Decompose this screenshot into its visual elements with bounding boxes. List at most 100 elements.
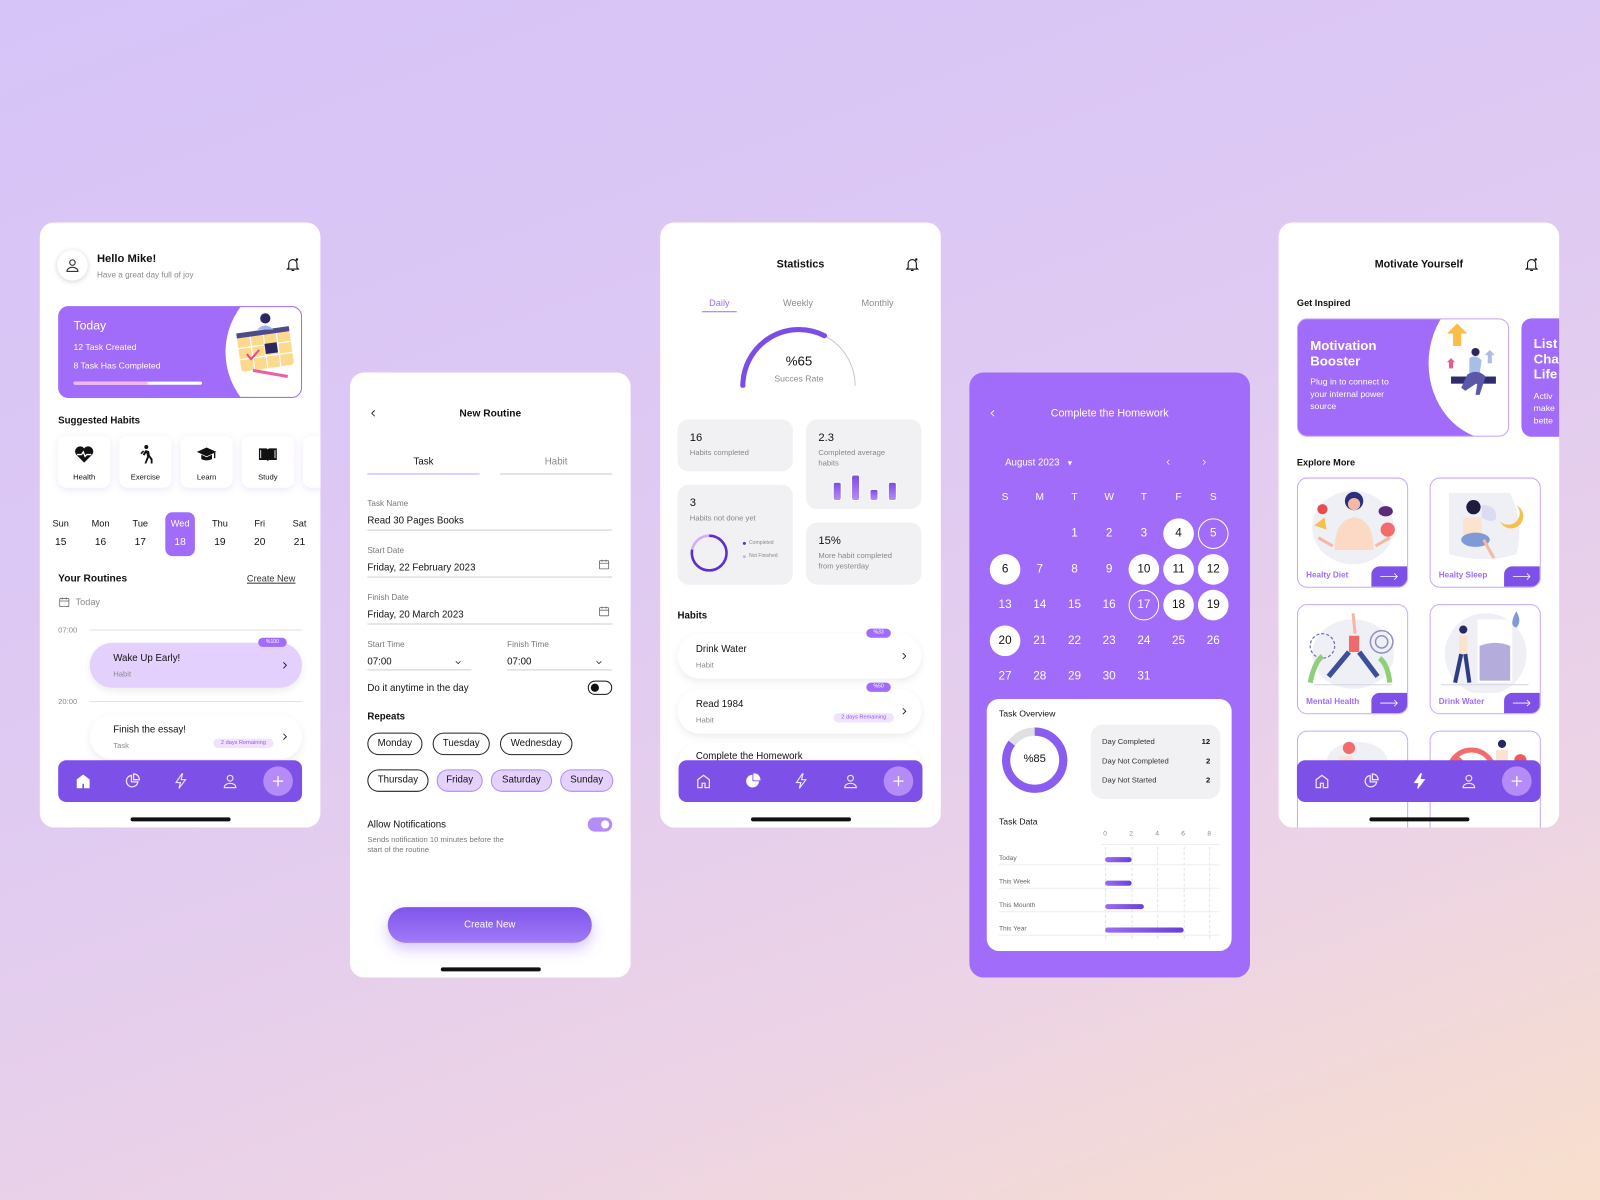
anytime-toggle[interactable]: [587, 680, 613, 695]
tab-task[interactable]: Task: [367, 456, 480, 475]
start-time-select[interactable]: 07:00: [367, 656, 391, 667]
nav-user-icon[interactable]: [221, 772, 238, 789]
nav-lightning-icon[interactable]: [793, 772, 810, 789]
finish-date-field[interactable]: Friday, 20 March 2023: [367, 609, 463, 620]
repeat-wednesday[interactable]: Wednesday: [499, 732, 573, 756]
arrow-right-icon[interactable]: [1504, 692, 1540, 714]
habit-study[interactable]: Study: [241, 435, 294, 488]
chevron-down-icon[interactable]: [453, 658, 463, 666]
calendar-day[interactable]: 23: [1094, 626, 1125, 657]
nav-user-icon[interactable]: [842, 772, 859, 789]
chevron-down-icon[interactable]: [594, 658, 604, 666]
habit-s[interactable]: S: [303, 435, 321, 488]
calendar-day[interactable]: 11: [1163, 554, 1194, 585]
habit-learn[interactable]: Learn: [180, 435, 233, 488]
repeat-thursday[interactable]: Thursday: [367, 769, 429, 792]
inspiration-card[interactable]: List Cha Life Activ make bette: [1521, 318, 1560, 437]
repeat-friday[interactable]: Friday: [436, 769, 483, 792]
day-wed[interactable]: Wed 18: [165, 512, 195, 557]
calendar-day[interactable]: 27: [990, 661, 1021, 692]
arrow-right-icon[interactable]: [1504, 566, 1540, 587]
tab-habit[interactable]: Habit: [499, 456, 613, 475]
calendar-day[interactable]: 2: [1094, 518, 1125, 549]
day-sat[interactable]: Sat 21: [285, 512, 315, 556]
add-button[interactable]: [263, 766, 293, 796]
calendar-day[interactable]: 7: [1024, 554, 1055, 585]
nav-pie-chart-icon[interactable]: [1362, 772, 1379, 789]
nav-home-icon[interactable]: [74, 772, 91, 789]
day-tue[interactable]: Tue 17: [126, 512, 156, 556]
month-select[interactable]: August 2023 ▼: [1005, 457, 1073, 468]
calendar-day[interactable]: 25: [1163, 626, 1194, 657]
habit-health[interactable]: Health: [58, 435, 111, 488]
nav-lightning-icon[interactable]: [172, 772, 189, 789]
calendar-day[interactable]: 1: [1059, 518, 1090, 549]
repeat-saturday[interactable]: Saturday: [490, 769, 553, 792]
start-date-field[interactable]: Friday, 22 February 2023: [367, 562, 475, 573]
calendar-day[interactable]: 4: [1163, 518, 1194, 549]
calendar-day[interactable]: 6: [989, 554, 1021, 585]
calendar-day[interactable]: 30: [1094, 661, 1125, 692]
calendar-day[interactable]: 10: [1128, 554, 1160, 585]
repeat-tuesday[interactable]: Tuesday: [432, 732, 490, 756]
calendar-day[interactable]: 15: [1059, 590, 1090, 621]
notifications-toggle[interactable]: [587, 817, 613, 832]
tab-weekly[interactable]: Weekly: [772, 298, 823, 308]
tab-daily[interactable]: Daily: [702, 298, 737, 313]
prev-month-button[interactable]: [1164, 457, 1172, 467]
calendar-day[interactable]: 3: [1129, 518, 1160, 549]
routine-item[interactable]: Wake Up Early! Habit: [89, 642, 303, 688]
create-new-link[interactable]: Create New: [247, 573, 296, 583]
nav-home-icon[interactable]: [695, 772, 712, 789]
calendar-day[interactable]: 31: [1129, 661, 1160, 692]
explore-tile[interactable]: Healty Diet: [1296, 477, 1409, 588]
calendar-day[interactable]: 28: [1024, 661, 1055, 692]
bell-icon[interactable]: [285, 256, 301, 272]
habit-item[interactable]: Read 1984 Habit 2 days Remaining: [677, 688, 922, 734]
bell-icon[interactable]: [904, 256, 920, 272]
add-button[interactable]: [1502, 766, 1532, 796]
repeat-sunday[interactable]: Sunday: [560, 769, 614, 792]
calendar-day[interactable]: 13: [990, 590, 1021, 621]
calendar-day[interactable]: 9: [1094, 554, 1125, 585]
nav-pie-chart-icon[interactable]: [123, 772, 141, 789]
nav-lightning-icon[interactable]: [1411, 772, 1428, 789]
day-thu[interactable]: Thu 19: [205, 512, 235, 556]
day-fri[interactable]: Fri 20: [245, 512, 275, 556]
calendar-day[interactable]: 5: [1197, 518, 1229, 549]
create-new-button[interactable]: Create New: [387, 907, 592, 943]
calendar-day[interactable]: 8: [1059, 554, 1090, 585]
calendar-day[interactable]: 21: [1024, 626, 1055, 657]
habit-item[interactable]: Drink Water Habit: [677, 633, 922, 679]
day-mon[interactable]: Mon 16: [86, 512, 116, 556]
calendar-day[interactable]: 29: [1059, 661, 1090, 692]
nav-user-icon[interactable]: [1460, 772, 1477, 789]
calendar-day[interactable]: 18: [1163, 589, 1194, 621]
calendar-day[interactable]: 20: [989, 625, 1021, 657]
routine-item[interactable]: Finish the essay! Task 2 days Remaining: [89, 714, 303, 760]
nav-pie-chart-icon[interactable]: [744, 772, 761, 789]
task-name-field[interactable]: Read 30 Pages Books: [367, 515, 463, 526]
today-card[interactable]: Today 12 Task Created 8 Task Has Complet…: [58, 306, 303, 398]
habit-exercise[interactable]: Exercise: [119, 435, 172, 488]
calendar-day[interactable]: 14: [1024, 590, 1055, 621]
calendar-icon[interactable]: [598, 558, 610, 570]
bell-icon[interactable]: [1523, 256, 1539, 272]
explore-tile[interactable]: Drink Water: [1429, 604, 1541, 715]
motivation-booster-card[interactable]: Motivation Booster Plug in to connect to…: [1296, 318, 1510, 437]
tab-monthly[interactable]: Monthly: [852, 298, 903, 308]
arrow-right-icon[interactable]: [1371, 692, 1408, 714]
calendar-day[interactable]: 16: [1094, 590, 1125, 621]
avatar[interactable]: [57, 249, 88, 281]
arrow-right-icon[interactable]: [1371, 566, 1408, 587]
calendar-day[interactable]: 22: [1059, 626, 1090, 657]
calendar-day[interactable]: 19: [1197, 589, 1229, 621]
day-sun[interactable]: Sun 15: [46, 512, 76, 556]
add-button[interactable]: [883, 766, 914, 796]
calendar-day[interactable]: 12: [1197, 554, 1229, 585]
nav-home-icon[interactable]: [1313, 772, 1330, 789]
calendar-day[interactable]: 17: [1128, 589, 1160, 621]
calendar-day[interactable]: 24: [1129, 626, 1160, 657]
calendar-day[interactable]: 26: [1198, 626, 1229, 657]
repeat-monday[interactable]: Monday: [367, 732, 423, 756]
